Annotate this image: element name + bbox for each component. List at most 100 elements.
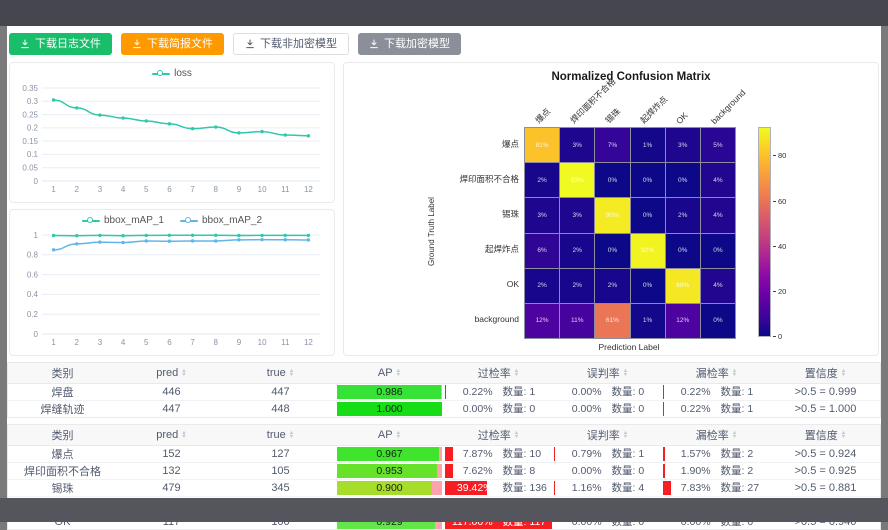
cm-colorbar-tick <box>773 201 776 202</box>
svg-text:11: 11 <box>281 185 290 194</box>
cm-cell: 3% <box>560 198 594 232</box>
sort-control[interactable]: ▲▼ <box>623 431 628 439</box>
loss-chart-card: loss 00.050.10.150.20.250.30.35123456789… <box>9 62 335 203</box>
cm-cell: 93% <box>560 163 594 197</box>
cm-cell: 0% <box>701 234 735 268</box>
column-header-漏检率[interactable]: 漏检率▲▼ <box>662 363 771 384</box>
sort-control[interactable]: ▲▼ <box>514 369 519 377</box>
sort-control[interactable]: ▲▼ <box>396 431 401 439</box>
ap-cell: 0.953 <box>335 463 444 480</box>
table-row: 焊印面积不合格1321050.9537.62%数量: 80.00%数量: 01.… <box>8 463 880 480</box>
cm-heatmap-grid: 81%3%7%1%3%5%2%93%0%0%0%4%3%3%90%0%2%4%6… <box>524 127 736 339</box>
legend-item-loss[interactable]: loss <box>152 68 192 79</box>
cm-colorbar-tick-label: 20 <box>778 287 786 296</box>
svg-text:6: 6 <box>167 185 172 194</box>
cm-row-label: 焊印面积不合格 <box>438 162 524 197</box>
svg-text:9: 9 <box>237 185 242 194</box>
sort-control[interactable]: ▲▼ <box>623 369 628 377</box>
svg-text:0.2: 0.2 <box>27 124 39 133</box>
sort-control[interactable]: ▲▼ <box>732 431 737 439</box>
download-icon <box>245 39 255 49</box>
cm-cell: 2% <box>525 269 559 303</box>
sort-control[interactable]: ▲▼ <box>514 431 519 439</box>
svg-text:0.4: 0.4 <box>27 290 39 299</box>
column-header-过检率[interactable]: 过检率▲▼ <box>444 363 553 384</box>
sort-control[interactable]: ▲▼ <box>841 431 846 439</box>
legend-item-bbox_mAP_1[interactable]: bbox_mAP_1 <box>82 215 164 226</box>
confidence-cell: >0.5 = 0.999 <box>771 384 880 401</box>
svg-text:9: 9 <box>237 338 242 347</box>
svg-text:1: 1 <box>34 231 39 240</box>
main-content: 下载日志文件下载简报文件下载非加密模型下载加密模型 loss 00.050.10… <box>7 26 881 522</box>
summary-metrics-table: 类别pred▲▼true▲▼AP▲▼过检率▲▼误判率▲▼漏检率▲▼置信度▲▼焊盘… <box>7 362 881 418</box>
column-header-pred[interactable]: pred▲▼ <box>117 363 226 384</box>
column-header-误判率[interactable]: 误判率▲▼ <box>553 425 662 446</box>
cm-colorbar-tick <box>773 246 776 247</box>
svg-text:0.15: 0.15 <box>22 137 38 146</box>
svg-text:3: 3 <box>98 338 103 347</box>
table-row: 爆点1521270.9677.87%数量: 100.79%数量: 11.57%数… <box>8 446 880 463</box>
sort-control[interactable]: ▲▼ <box>181 369 186 377</box>
sort-control[interactable]: ▲▼ <box>396 369 401 377</box>
download-icon <box>132 39 142 49</box>
download-button-gray[interactable]: 下载加密模型 <box>358 33 461 55</box>
cm-column-label: background <box>709 88 747 126</box>
cm-colorbar-tick <box>773 291 776 292</box>
svg-text:10: 10 <box>258 338 267 347</box>
svg-text:4: 4 <box>121 185 126 194</box>
sort-control[interactable]: ▲▼ <box>732 369 737 377</box>
cm-cell: 12% <box>666 304 700 338</box>
svg-text:0: 0 <box>34 177 39 186</box>
sort-control[interactable]: ▲▼ <box>841 369 846 377</box>
svg-text:0.1: 0.1 <box>27 150 39 159</box>
cm-colorbar-tick <box>773 155 776 156</box>
column-header-AP[interactable]: AP▲▼ <box>335 363 444 384</box>
sort-control[interactable]: ▲▼ <box>289 369 294 377</box>
legend-item-bbox_mAP_2[interactable]: bbox_mAP_2 <box>180 215 262 226</box>
column-header-true[interactable]: true▲▼ <box>226 363 335 384</box>
column-header-过检率[interactable]: 过检率▲▼ <box>444 425 553 446</box>
sort-control[interactable]: ▲▼ <box>289 431 294 439</box>
legend-marker-icon <box>152 69 170 79</box>
bottom-chrome <box>0 498 888 522</box>
svg-text:0.35: 0.35 <box>22 84 38 93</box>
column-header-漏检率[interactable]: 漏检率▲▼ <box>662 425 771 446</box>
cm-y-axis-label: Ground Truth Label <box>427 127 436 337</box>
confidence-cell: >0.5 = 0.924 <box>771 446 880 463</box>
cm-cell: 2% <box>666 198 700 232</box>
download-button-green[interactable]: 下载日志文件 <box>9 33 112 55</box>
column-header-置信度[interactable]: 置信度▲▼ <box>771 425 880 446</box>
cm-colorbar-tick <box>773 336 776 337</box>
download-button-orange[interactable]: 下载简报文件 <box>121 33 224 55</box>
cm-cell: 0% <box>631 198 665 232</box>
svg-text:7: 7 <box>190 185 195 194</box>
column-header-true[interactable]: true▲▼ <box>226 425 335 446</box>
cm-colorbar-ticks: 020406080 <box>773 127 795 337</box>
class-name-cell: 爆点 <box>8 446 117 463</box>
top-chrome <box>0 0 888 26</box>
cm-row-label: background <box>438 302 524 337</box>
cm-cell: 1% <box>631 304 665 338</box>
cm-cell: 0% <box>631 269 665 303</box>
class-name-cell: 焊盘 <box>8 384 117 401</box>
column-header-AP[interactable]: AP▲▼ <box>335 425 444 446</box>
table-row: 锡珠4793450.90039.42%数量: 1361.16%数量: 47.83… <box>8 480 880 497</box>
column-header-置信度[interactable]: 置信度▲▼ <box>771 363 880 384</box>
download-icon <box>369 39 379 49</box>
sort-control[interactable]: ▲▼ <box>181 431 186 439</box>
column-header-误判率[interactable]: 误判率▲▼ <box>553 363 662 384</box>
class-name-cell: 焊缝轨迹 <box>8 401 117 418</box>
download-button-white[interactable]: 下载非加密模型 <box>233 33 349 55</box>
cm-cell: 0% <box>595 163 629 197</box>
cm-cell: 1% <box>631 128 665 162</box>
svg-text:0: 0 <box>34 330 39 339</box>
column-header-pred[interactable]: pred▲▼ <box>117 425 226 446</box>
rate-cell: 7.62%数量: 8 <box>444 463 553 480</box>
svg-text:0.25: 0.25 <box>22 110 38 119</box>
svg-text:10: 10 <box>258 185 267 194</box>
cm-cell: 2% <box>560 234 594 268</box>
cm-colorbar-tick-label: 60 <box>778 197 786 206</box>
true-count-cell: 447 <box>226 384 335 401</box>
cm-cell: 3% <box>666 128 700 162</box>
cm-column-label: 爆点 <box>533 105 554 126</box>
